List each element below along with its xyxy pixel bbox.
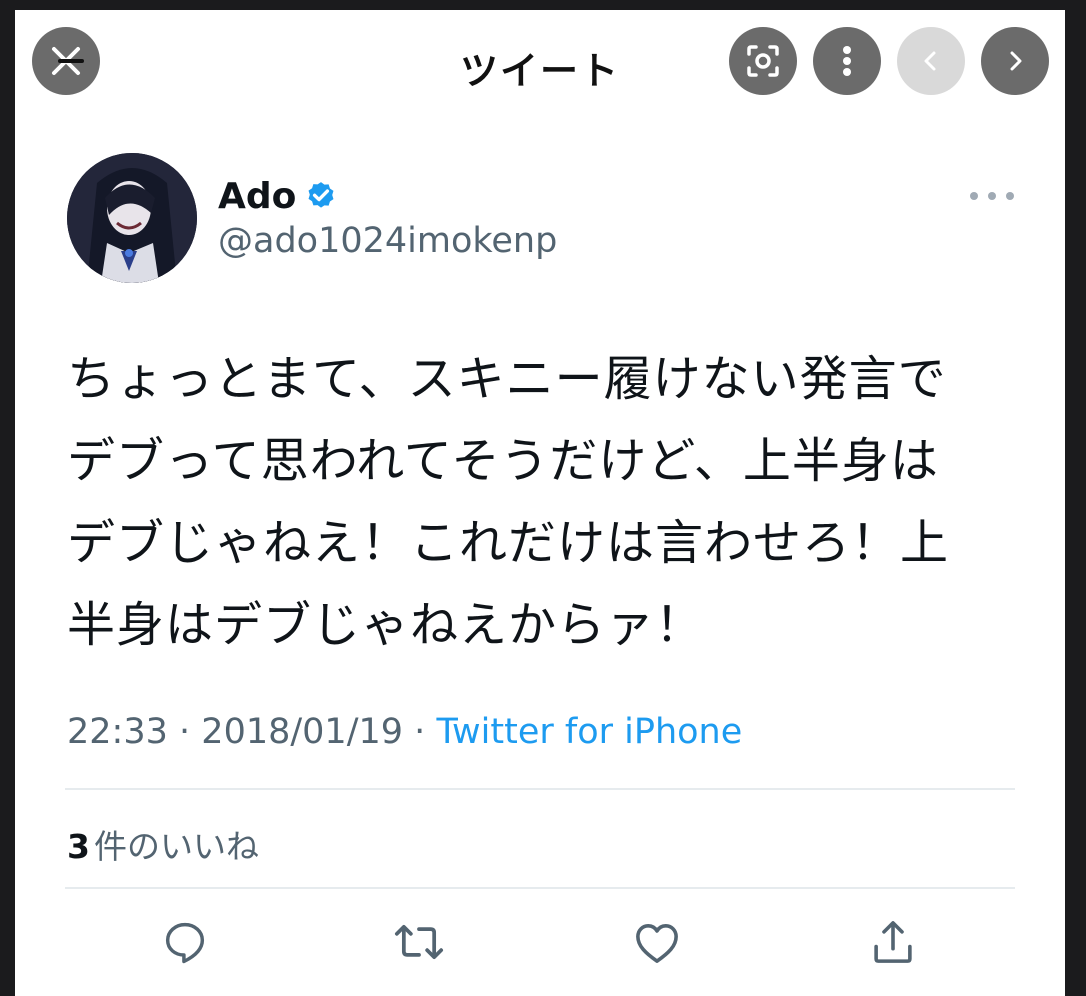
lens-icon bbox=[747, 45, 779, 77]
more-dot-icon bbox=[1006, 192, 1014, 200]
menu-button[interactable] bbox=[813, 27, 881, 95]
more-dot-icon bbox=[970, 192, 978, 200]
divider bbox=[65, 788, 1015, 790]
chevron-left-icon bbox=[924, 51, 936, 71]
share-icon bbox=[874, 921, 912, 963]
likes-summary[interactable]: 3 件のいいね bbox=[67, 820, 259, 868]
reply-button[interactable] bbox=[157, 914, 213, 970]
like-button[interactable] bbox=[629, 914, 685, 970]
user-handle[interactable]: @ado1024imokenp bbox=[218, 221, 557, 261]
divider bbox=[65, 887, 1015, 889]
share-button[interactable] bbox=[865, 914, 921, 970]
avatar[interactable] bbox=[67, 153, 197, 283]
avatar-illustration bbox=[67, 153, 197, 283]
tweet-date[interactable]: 2018/01/19 bbox=[201, 712, 403, 752]
tweet-meta: 22:33 · 2018/01/19 · Twitter for iPhone bbox=[67, 712, 742, 752]
tweet-time[interactable]: 22:33 bbox=[67, 712, 168, 752]
meta-separator: · bbox=[414, 712, 426, 752]
likes-count: 3 bbox=[67, 827, 90, 866]
previous-button[interactable] bbox=[897, 27, 965, 95]
tweet-source-link[interactable]: Twitter for iPhone bbox=[436, 712, 742, 752]
more-dot-icon bbox=[988, 192, 996, 200]
display-name[interactable]: Ado bbox=[218, 176, 296, 217]
top-bar: ツイート bbox=[15, 10, 1065, 120]
tweet-more-button[interactable] bbox=[970, 188, 1014, 204]
retweet-icon bbox=[394, 924, 444, 960]
meta-separator: · bbox=[179, 712, 191, 752]
chevron-right-icon bbox=[1010, 51, 1022, 71]
verified-badge-icon bbox=[308, 181, 334, 208]
like-icon bbox=[636, 924, 678, 963]
vertical-dots-icon bbox=[843, 46, 851, 76]
likes-label: 件のいいね bbox=[93, 827, 259, 866]
tweet-viewer: ツイート Ado @ado1024imokenp ちょっとまて、スキニー履けない… bbox=[15, 10, 1065, 996]
next-button[interactable] bbox=[981, 27, 1049, 95]
tweet-text: ちょっとまて、スキニー履けない発言で デブって思われてそうだけど、上半身は デブ… bbox=[67, 351, 950, 653]
reply-icon bbox=[165, 922, 205, 964]
lens-button[interactable] bbox=[729, 27, 797, 95]
author-row: Ado bbox=[218, 176, 338, 217]
retweet-button[interactable] bbox=[391, 914, 447, 970]
